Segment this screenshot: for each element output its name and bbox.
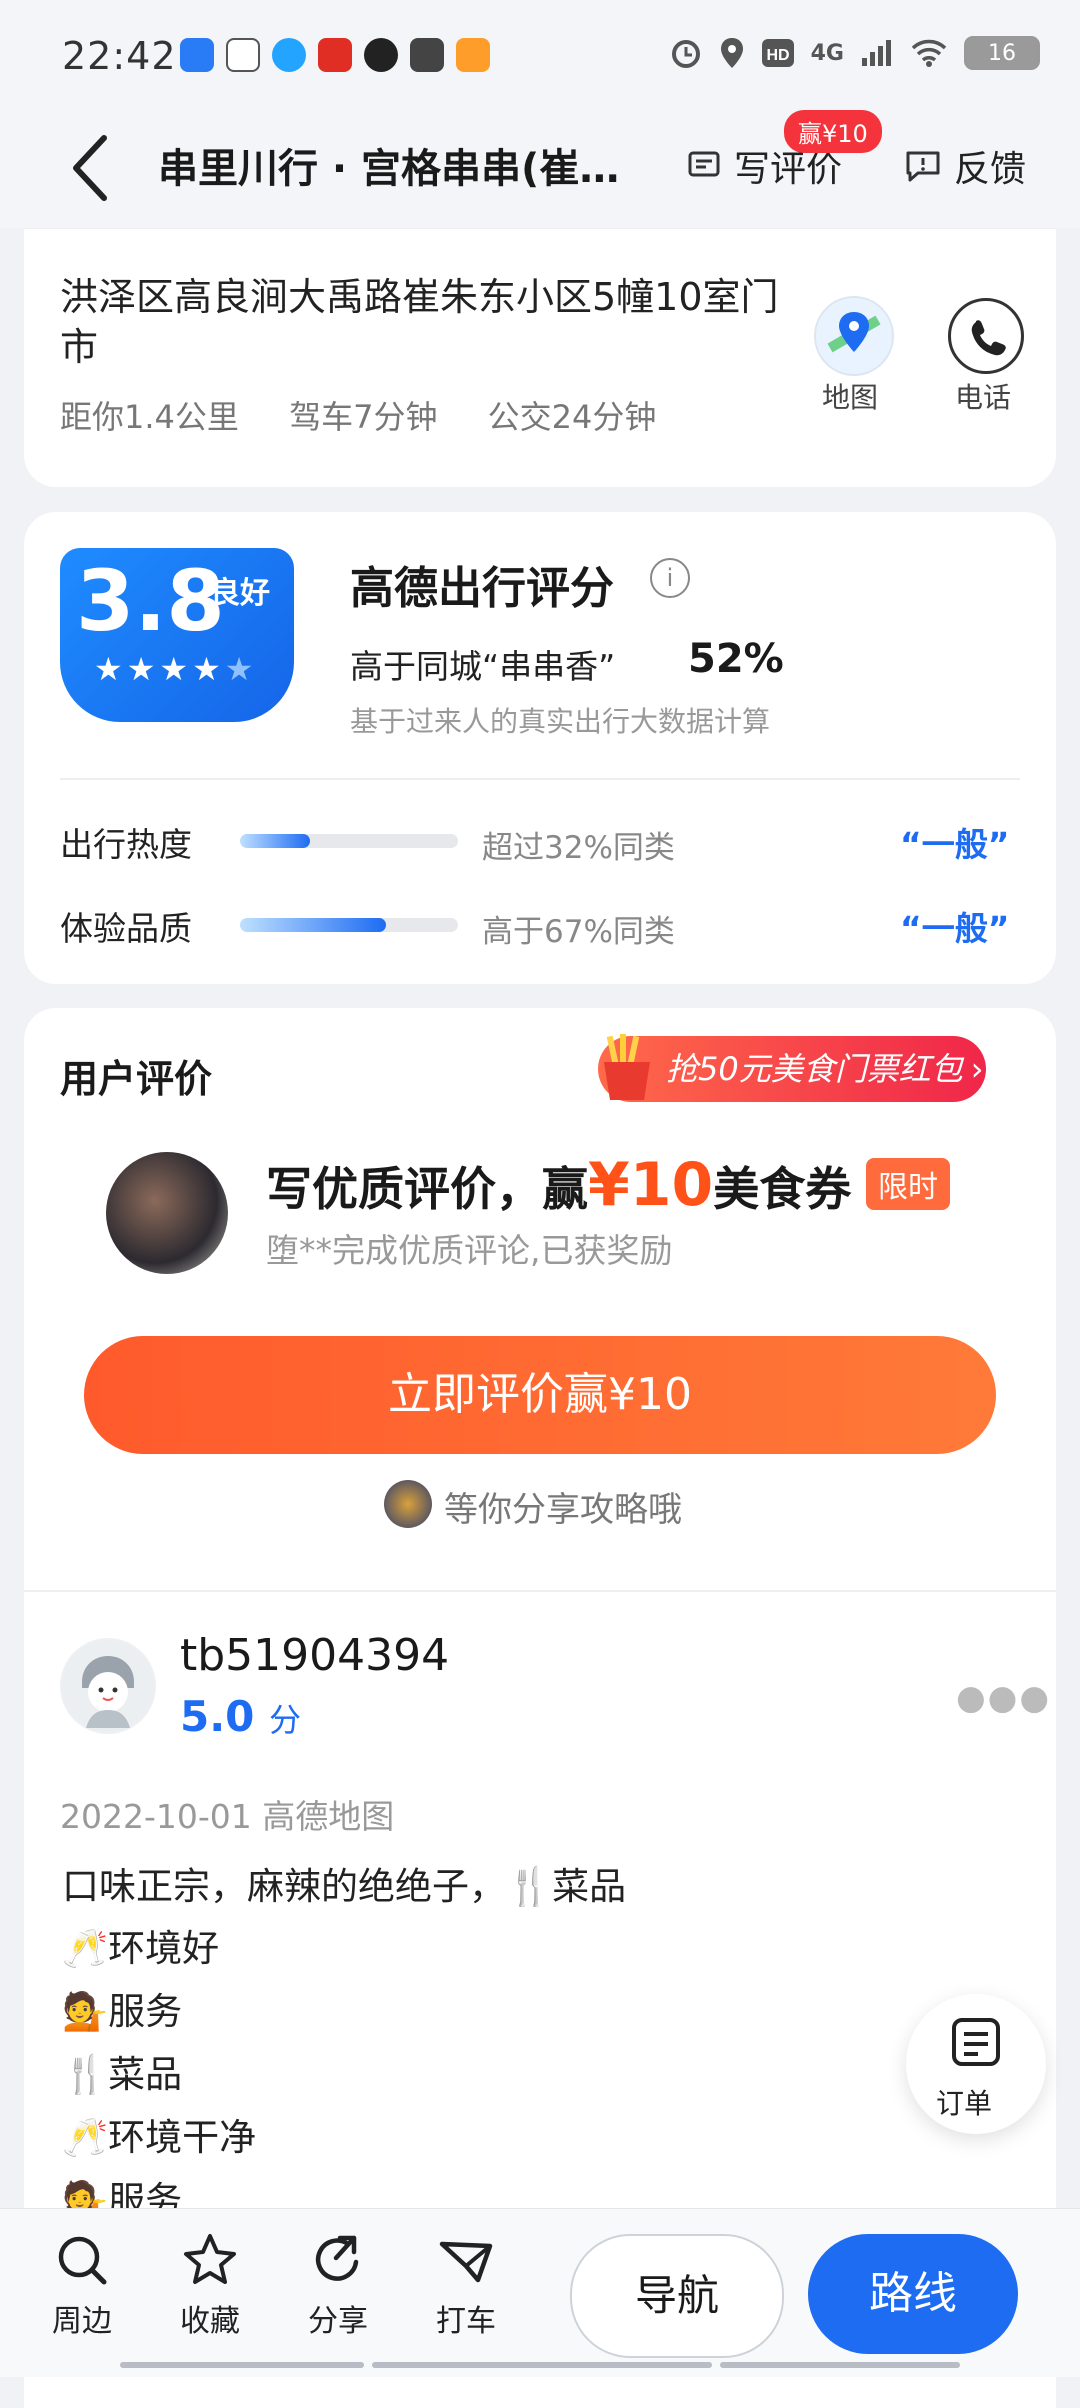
- metric-label-quality: 体验品质: [60, 909, 192, 948]
- metric-level-heat: “一般”: [900, 825, 1010, 864]
- promo-text: 抢50元美食门票红包: [666, 1050, 963, 1088]
- distance-info: 距你1.4公里 驾车7分钟 公交24分钟: [60, 392, 656, 438]
- bus-time: 公交24分钟: [487, 398, 657, 436]
- score-value: 3.8: [76, 552, 225, 650]
- amap-icon: [456, 38, 490, 72]
- notification-icons: [180, 38, 490, 72]
- rating-basis: 基于过来人的真实出行大数据计算: [350, 705, 771, 738]
- system-icons: HD 4G 16: [669, 36, 1040, 70]
- address-text[interactable]: 洪泽区高良涧大禹路崔朱东小区5幢10室门市: [60, 272, 780, 372]
- divider: [60, 778, 1020, 780]
- battery-indicator: 16: [964, 36, 1040, 70]
- reviewer-avatar: [106, 1152, 228, 1274]
- map-button[interactable]: [814, 296, 894, 376]
- home-indicator: [372, 2362, 712, 2368]
- quality-progress-fill: [240, 918, 387, 932]
- compare-text: 高于同城“串串香”: [350, 647, 616, 686]
- fries-icon: [604, 1034, 650, 1100]
- metric-desc-heat: 超过32%同类: [482, 830, 675, 866]
- map-pin-icon: [827, 312, 881, 353]
- home-indicator: [120, 2362, 364, 2368]
- signal-icon: [862, 40, 891, 66]
- feedback-icon: [906, 151, 940, 182]
- route-button[interactable]: 路线: [808, 2234, 1018, 2354]
- edit-comment-icon: [688, 151, 720, 177]
- network-type: 4G: [810, 40, 844, 66]
- phone-button[interactable]: [948, 298, 1024, 374]
- invite-title: 写优质评价，赢¥10美食券: [266, 1150, 852, 1220]
- metric-level-quality: “一般”: [900, 909, 1010, 948]
- location-icon: [720, 38, 743, 68]
- order-label[interactable]: 订单: [936, 2082, 992, 2122]
- search-icon: [58, 2236, 107, 2285]
- feedback-label: 反馈: [954, 149, 1027, 190]
- rating-title: 高德出行评分: [350, 563, 614, 614]
- hd-icon: HD: [761, 39, 794, 67]
- review-line: 🍴菜品: [62, 2053, 183, 2096]
- reviewer-name[interactable]: tb51904394: [180, 1630, 449, 1681]
- taxi-button[interactable]: 打车: [436, 2232, 496, 2340]
- back-icon[interactable]: [62, 128, 116, 208]
- reward-badge: 赢¥10: [784, 110, 882, 153]
- review-line: 💁服务: [62, 1990, 183, 2033]
- svg-text:HD: HD: [766, 47, 789, 64]
- status-time: 22:42: [62, 34, 177, 78]
- review-now-button[interactable]: 立即评价赢¥10: [84, 1336, 996, 1454]
- score-stars: ★★★★★: [94, 650, 258, 688]
- heat-progress-fill: [240, 834, 310, 848]
- app-k-icon: [180, 38, 214, 72]
- distance: 距你1.4公里: [60, 398, 239, 436]
- invite-subtitle: 堕**完成优质评论,已获奖励: [266, 1231, 673, 1270]
- chevron-right-icon: ›: [970, 1050, 984, 1088]
- metric-label-heat: 出行热度: [60, 825, 192, 864]
- pinduoduo-icon: [318, 38, 352, 72]
- feedback-button[interactable]: 反馈: [904, 140, 1026, 192]
- favorite-button[interactable]: 收藏: [180, 2232, 240, 2340]
- missed-call-icon: [226, 38, 260, 72]
- share-button[interactable]: 分享: [308, 2232, 368, 2340]
- mail-icon: [410, 38, 444, 72]
- heat-progress-bar: [240, 834, 458, 848]
- quality-progress-bar: [240, 918, 458, 932]
- review-line: 口味正宗，麻辣的绝绝子，🍴菜品: [62, 1865, 627, 1908]
- map-label[interactable]: 地图: [822, 376, 878, 416]
- home-indicator: [720, 2362, 960, 2368]
- wifi-icon: [911, 39, 947, 67]
- invite-amount: ¥10: [588, 1150, 714, 1220]
- review-line: 🥂环境好: [62, 1927, 220, 1970]
- divider: [24, 1590, 1056, 1592]
- metric-desc-quality: 高于67%同类: [482, 914, 675, 950]
- navigate-button[interactable]: 导航: [570, 2234, 784, 2358]
- info-icon[interactable]: i: [650, 558, 690, 598]
- nearby-button[interactable]: 周边: [52, 2232, 112, 2340]
- share-prompt: 等你分享攻略哦: [444, 1490, 682, 1530]
- compare-percent: 52%: [688, 636, 784, 682]
- star-icon: [184, 2234, 236, 2284]
- taxi-icon: [439, 2241, 493, 2283]
- phone-label[interactable]: 电话: [955, 376, 1011, 416]
- tiktok-icon: [364, 38, 398, 72]
- alarm-icon: [671, 40, 700, 68]
- default-avatar-icon: [62, 1640, 154, 1732]
- review-line: 🥂环境干净: [62, 2116, 257, 2159]
- reviewer-score: 5.0 分: [180, 1692, 302, 1741]
- score-level: 良好: [210, 576, 270, 611]
- page-title: 串里川行 · 宫格串串(崔…: [158, 146, 620, 192]
- more-options-icon[interactable]: ●●●: [956, 1678, 1051, 1718]
- reviews-section-title: 用户评价: [60, 1057, 213, 1101]
- phone-icon: [971, 320, 1006, 356]
- share-icon: [315, 2235, 359, 2281]
- order-icon: [952, 2018, 1000, 2066]
- limited-tag: 限时: [866, 1158, 950, 1210]
- qq-icon: [272, 38, 306, 72]
- share-avatar: [384, 1480, 432, 1528]
- user-avatar[interactable]: [60, 1638, 156, 1734]
- review-date: 2022-10-01 高德地图: [60, 1797, 395, 1836]
- drive-time: 驾车7分钟: [289, 398, 438, 436]
